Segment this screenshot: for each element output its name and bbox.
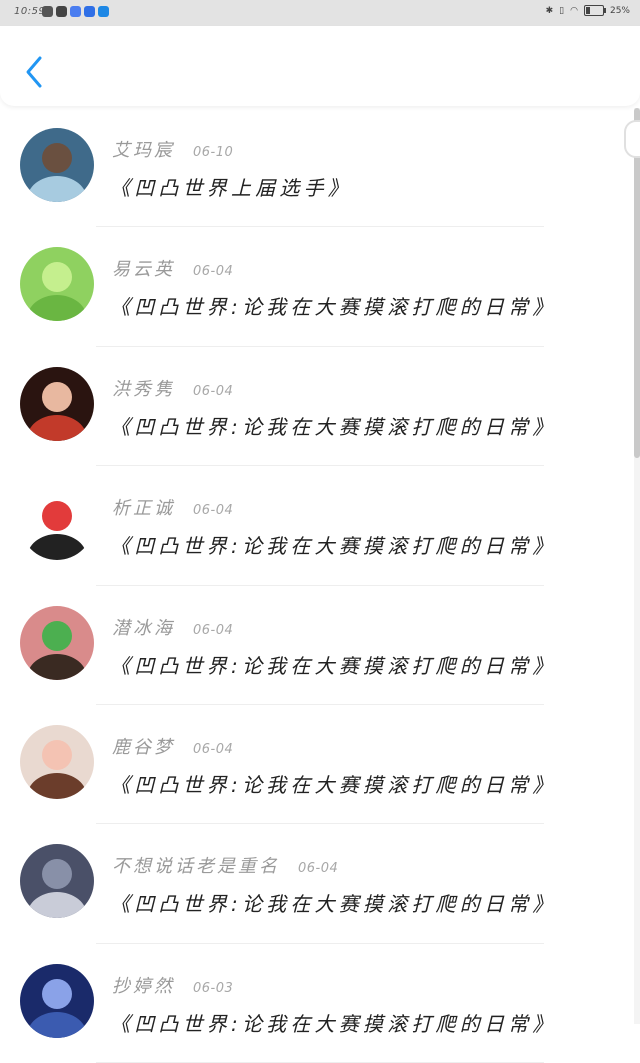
comment-meta: 潜冰海 06-04 (112, 614, 233, 640)
status-right: ✱ ▯ ◠ 25% (546, 5, 630, 16)
avatar-image (20, 486, 94, 561)
username[interactable]: 不想说话老是重名 (112, 852, 280, 878)
comment-date: 06-04 (193, 383, 234, 399)
avatar[interactable] (20, 605, 94, 680)
status-app-icons (42, 6, 109, 17)
comment-date: 06-10 (193, 145, 234, 160)
comment-date: 06-04 (193, 741, 234, 757)
comment-date: 06-04 (193, 264, 234, 280)
avatar[interactable] (20, 128, 94, 202)
avatar-image (20, 366, 94, 441)
username[interactable]: 抄婷然 (112, 972, 175, 998)
battery-icon (583, 5, 606, 16)
comment-list[interactable]: 艾玛宸 06-10 《凹凸世界上届选手》 易云英 06-04 《凹凸世界:论我在… (0, 108, 640, 1063)
avatar[interactable] (20, 486, 94, 561)
scrollbar-thumb[interactable] (634, 108, 640, 458)
chevron-left-icon (26, 56, 42, 88)
top-bar (0, 26, 640, 106)
wifi-icon: ◠ (570, 5, 578, 16)
comment-row[interactable]: 易云英 06-04 《凹凸世界:论我在大赛摸滚打爬的日常》 (0, 227, 640, 347)
avatar[interactable] (20, 366, 94, 441)
comment-date: 06-04 (193, 503, 234, 519)
comment-date: 06-04 (298, 861, 339, 877)
comment-meta: 抄婷然 06-03 (112, 972, 233, 998)
avatar-image (20, 724, 94, 799)
avatar[interactable] (20, 724, 94, 799)
status-app-icon (70, 6, 81, 17)
comment-row[interactable]: 潜冰海 06-04 《凹凸世界:论我在大赛摸滚打爬的日常》 (0, 586, 640, 705)
username[interactable]: 析正诚 (112, 494, 175, 520)
comment-text: 《凹凸世界:论我在大赛摸滚打爬的日常》 (110, 534, 557, 559)
comment-meta: 易云英 06-04 (112, 255, 233, 281)
username[interactable]: 易云英 (112, 255, 175, 281)
username[interactable]: 艾玛宸 (112, 136, 175, 162)
avatar[interactable] (20, 247, 94, 322)
comment-row[interactable]: 析正诚 06-04 《凹凸世界:论我在大赛摸滚打爬的日常》 (0, 466, 640, 586)
username[interactable]: 洪秀隽 (112, 375, 175, 401)
comment-row[interactable]: 鹿谷梦 06-04 《凹凸世界:论我在大赛摸滚打爬的日常》 (0, 705, 640, 825)
vibrate-icon: ▯ (559, 5, 565, 16)
status-app-icon (56, 6, 67, 17)
avatar-image (20, 247, 94, 322)
avatar[interactable] (20, 963, 94, 1038)
comment-row[interactable]: 艾玛宸 06-10 《凹凸世界上届选手》 (0, 108, 640, 228)
floating-edge-handle[interactable] (624, 120, 640, 158)
comment-meta: 析正诚 06-04 (112, 494, 233, 520)
comment-text: 《凹凸世界:论我在大赛摸滚打爬的日常》 (110, 772, 557, 797)
comment-date: 06-03 (193, 980, 234, 996)
comment-meta: 洪秀隽 06-04 (112, 375, 233, 401)
avatar-image (20, 605, 94, 680)
status-app-icon (98, 6, 109, 17)
avatar-image (20, 128, 94, 202)
comment-row[interactable]: 抄婷然 06-03 《凹凸世界:论我在大赛摸滚打爬的日常》 (0, 944, 640, 1063)
status-app-icon (42, 6, 53, 17)
comment-row[interactable]: 不想说话老是重名 06-04 《凹凸世界:论我在大赛摸滚打爬的日常》 (0, 824, 640, 944)
comment-text: 《凹凸世界:论我在大赛摸滚打爬的日常》 (110, 892, 557, 917)
status-app-icon (84, 6, 95, 17)
bluetooth-icon: ✱ (545, 5, 554, 16)
username[interactable]: 潜冰海 (112, 614, 175, 640)
comment-meta: 鹿谷梦 06-04 (112, 733, 233, 759)
comment-text: 《凹凸世界:论我在大赛摸滚打爬的日常》 (110, 653, 557, 678)
comment-meta: 不想说话老是重名 06-04 (112, 852, 338, 878)
avatar[interactable] (20, 844, 94, 919)
battery-percent: 25% (609, 5, 630, 16)
comment-text: 《凹凸世界:论我在大赛摸滚打爬的日常》 (110, 1011, 557, 1036)
status-bar: 10:59 ✱ ▯ ◠ 25% (0, 0, 640, 26)
avatar-image (20, 963, 94, 1038)
username[interactable]: 鹿谷梦 (112, 733, 175, 759)
avatar-image (20, 844, 94, 919)
comment-text: 《凹凸世界:论我在大赛摸滚打爬的日常》 (110, 414, 557, 439)
comment-row[interactable]: 洪秀隽 06-04 《凹凸世界:论我在大赛摸滚打爬的日常》 (0, 347, 640, 467)
status-time: 10:59 (14, 6, 46, 17)
comment-date: 06-04 (193, 622, 234, 638)
back-button[interactable] (20, 54, 50, 90)
comment-meta: 艾玛宸 06-10 (112, 136, 233, 162)
comment-text: 《凹凸世界上届选手》 (110, 176, 352, 200)
comment-text: 《凹凸世界:论我在大赛摸滚打爬的日常》 (110, 295, 557, 320)
